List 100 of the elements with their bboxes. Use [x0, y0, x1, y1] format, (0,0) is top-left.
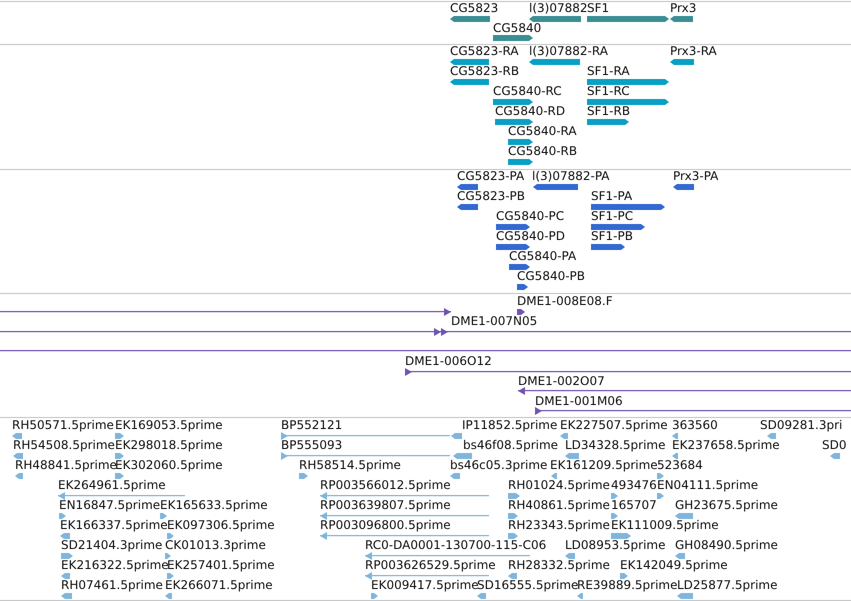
feature-label: RC0-DA0001-130700-115-C06 — [365, 538, 546, 552]
feature-label: BP552121 — [281, 418, 342, 432]
feature-label: SF1-RA — [587, 64, 630, 78]
feature-label: SD16555.5prime — [477, 578, 578, 592]
feature-label: SF1-PA — [591, 189, 632, 203]
feature-label: SF1-RB — [587, 104, 630, 118]
feature-label: Prx3-PA — [673, 169, 718, 183]
feature-label: l(3)07882 — [529, 1, 588, 15]
feature-arrow[interactable] — [450, 78, 489, 86]
feature-arrow[interactable] — [587, 118, 629, 126]
feature-label: SD21404.3prime — [61, 538, 162, 552]
feature-arrow[interactable] — [0, 328, 441, 336]
feature-label: DME1-007N05 — [451, 314, 538, 328]
feature-label: RP003639807.5prime — [320, 498, 451, 512]
feature-label: EN16847.5prime — [59, 498, 160, 512]
feature-arrow[interactable] — [517, 308, 525, 316]
feature-label: RH28332.5prime — [508, 558, 610, 572]
feature-label: RH01024.5prime — [508, 478, 610, 492]
feature-label: Prx3-RA — [670, 44, 717, 58]
feature-label: CG5840-RC — [493, 84, 562, 98]
feature-label: RH07461.5prime — [61, 578, 163, 592]
feature-arrow[interactable] — [457, 183, 478, 191]
feature-label: DME1-006O12 — [405, 354, 492, 368]
feature-arrow[interactable] — [517, 283, 528, 291]
feature-arrow[interactable] — [493, 98, 533, 106]
feature-arrow[interactable] — [450, 15, 490, 23]
feature-label: SD09281.3pri — [760, 418, 842, 432]
feature-label: DME1-002O07 — [518, 374, 605, 388]
feature-label: CG5840-PD — [496, 229, 566, 243]
feature-arrow[interactable] — [509, 263, 530, 271]
feature-label: LD34328.5prime — [565, 438, 666, 452]
feature-arrow[interactable] — [508, 138, 533, 146]
feature-label: bs46c05.3prime — [450, 458, 548, 472]
feature-label: RP003566012.5prime — [320, 478, 451, 492]
feature-arrow[interactable] — [533, 183, 578, 191]
feature-label: RH23343.5prime — [508, 518, 610, 532]
feature-label: EK298018.5prime — [115, 438, 223, 452]
feature-label: EK237658.5prime — [672, 438, 780, 452]
feature-arrow[interactable] — [518, 387, 851, 395]
feature-arrow[interactable] — [591, 243, 625, 251]
feature-label: RP003096800.5prime — [320, 518, 451, 532]
feature-arrow[interactable] — [529, 58, 580, 66]
feature-arrow[interactable] — [495, 118, 533, 126]
feature-label: DME1-008E08.F — [517, 294, 613, 308]
feature-label: CG5840-RB — [508, 144, 578, 158]
feature-arrow[interactable] — [405, 368, 851, 376]
feature-label: 523684 — [657, 458, 703, 472]
feature-label: Prx3 — [670, 1, 696, 15]
feature-label: EK216322.5prime — [61, 558, 169, 572]
feature-arrow[interactable] — [535, 407, 851, 415]
feature-label: SF1-PB — [591, 229, 633, 243]
feature-label: CG5840-PC — [496, 209, 564, 223]
feature-label: l(3)07882-PA — [532, 169, 610, 183]
feature-arrow[interactable] — [457, 203, 478, 211]
feature-label: GH08490.5prime — [675, 538, 778, 552]
feature-arrow[interactable] — [0, 308, 451, 316]
feature-label: EK161209.5prime — [550, 458, 658, 472]
feature-label: CG5840-RD — [495, 104, 566, 118]
feature-arrow[interactable] — [496, 243, 530, 251]
feature-label: RH58514.5prime — [299, 458, 401, 472]
feature-label: BP555093 — [281, 438, 342, 452]
feature-label: EK165633.5prime — [160, 498, 268, 512]
feature-arrow[interactable] — [493, 34, 533, 42]
feature-label: EK097306.5prime — [167, 518, 275, 532]
feature-label: CG5840 — [493, 21, 542, 35]
feature-arrow[interactable] — [529, 15, 581, 23]
feature-label: CK01013.3prime — [165, 538, 266, 552]
feature-label: CG5823-RA — [450, 44, 519, 58]
feature-label: EK009417.5prime — [371, 578, 479, 592]
feature-label: EK169053.5prime — [115, 418, 223, 432]
feature-arrow[interactable] — [673, 183, 694, 191]
feature-label: CG5840-PB — [517, 269, 586, 283]
feature-label: LD08953.5prime — [565, 538, 666, 552]
feature-label: RE39889.5prime — [577, 578, 678, 592]
feature-label: EK264961.5prime — [58, 478, 166, 492]
feature-label: EK266071.5prime — [165, 578, 273, 592]
feature-label: EK111009.5prime — [611, 518, 719, 532]
feature-label: bs46f08.5prime — [463, 438, 558, 452]
feature-arrow[interactable] — [508, 158, 533, 166]
feature-label: CG5840-RA — [508, 124, 577, 138]
feature-arrow[interactable] — [670, 58, 694, 66]
feature-arrow[interactable] — [441, 328, 851, 336]
feature-label: RH54508.5prime — [13, 438, 115, 452]
feature-label: RH40861.5prime — [508, 498, 610, 512]
feature-label: RH48841.5prime — [15, 458, 117, 472]
feature-arrow[interactable] — [450, 58, 489, 66]
feature-label: IP11852.5prime — [462, 418, 558, 432]
feature-arrow[interactable] — [591, 223, 645, 231]
feature-label: l(3)07882-RA — [529, 44, 608, 58]
feature-label: CG5823 — [450, 1, 498, 15]
feature-label: 363560 — [672, 418, 718, 432]
feature-arrow[interactable] — [496, 223, 530, 231]
feature-label: EK257401.5prime — [167, 558, 275, 572]
feature-label: CG5823-PB — [457, 189, 526, 203]
feature-arrow[interactable] — [670, 15, 693, 23]
feature-label: EK142049.5prime — [620, 558, 728, 572]
feature-label: EK227507.5prime — [560, 418, 668, 432]
feature-label: RP003626529.5prime — [365, 558, 496, 572]
feature-label: CG5823-PA — [457, 169, 524, 183]
feature-label: DME1-001M06 — [535, 394, 623, 408]
